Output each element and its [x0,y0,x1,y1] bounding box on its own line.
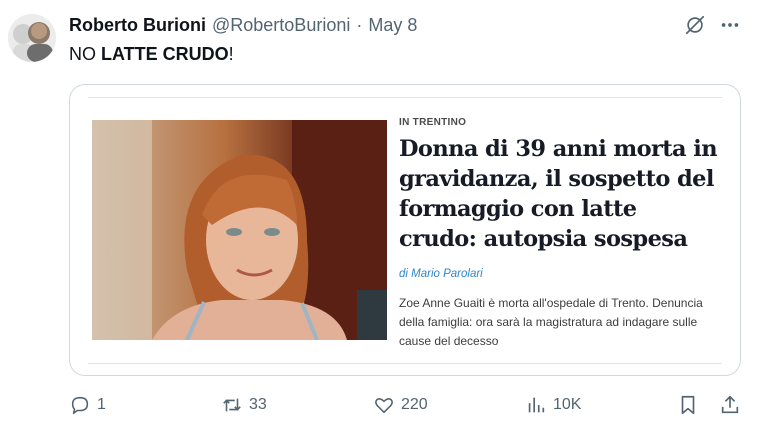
article-card[interactable]: IN TRENTINO Donna di 39 anni morta in gr… [69,84,741,376]
bookmark-icon [681,395,695,415]
tweet-header: Roberto Burioni @RobertoBurioni · May 8 [69,14,417,36]
tweet-text-bold: LATTE CRUDO [101,44,229,64]
article-summary: Zoe Anne Guaiti è morta all'ospedale di … [399,296,703,348]
tweet-text: NO LATTE CRUDO! [69,42,234,66]
woman-photo-image [92,120,387,340]
article-kicker: IN TRENTINO [399,117,467,128]
separator: · [356,14,363,35]
reply-count: 1 [97,396,106,413]
avatar[interactable] [8,14,56,62]
grok-icon[interactable] [684,14,706,36]
article-photo [92,120,387,340]
article-byline: di Mario Parolari [399,268,483,280]
views-button[interactable]: 10K [525,392,581,418]
tweet-date[interactable]: May 8 [368,15,417,36]
views-count: 10K [553,396,582,413]
views-icon [528,397,545,413]
like-button[interactable]: 220 [373,392,428,418]
like-icon [375,398,393,414]
reply-icon [71,396,89,415]
tweet-actions: 1 33 220 10K [69,392,741,418]
like-count: 220 [401,396,428,413]
tweet-text-suffix: ! [228,44,234,64]
article-headline: Donna di 39 anni morta in gravidanza, il… [399,136,718,252]
tweet-text-prefix: NO [69,44,102,64]
share-button[interactable] [719,392,741,418]
author-handle[interactable]: @RobertoBurioni [212,15,350,36]
repost-button[interactable]: 33 [221,392,267,418]
article-screenshot: IN TRENTINO Donna di 39 anni morta in gr… [88,97,722,364]
share-icon [721,395,739,414]
more-icon[interactable] [719,14,741,36]
reply-button[interactable]: 1 [69,392,106,418]
avatar-image [8,14,56,62]
author-name[interactable]: Roberto Burioni [69,15,206,36]
bookmark-button[interactable] [677,392,699,418]
repost-count: 33 [249,396,267,413]
repost-icon [223,398,241,412]
